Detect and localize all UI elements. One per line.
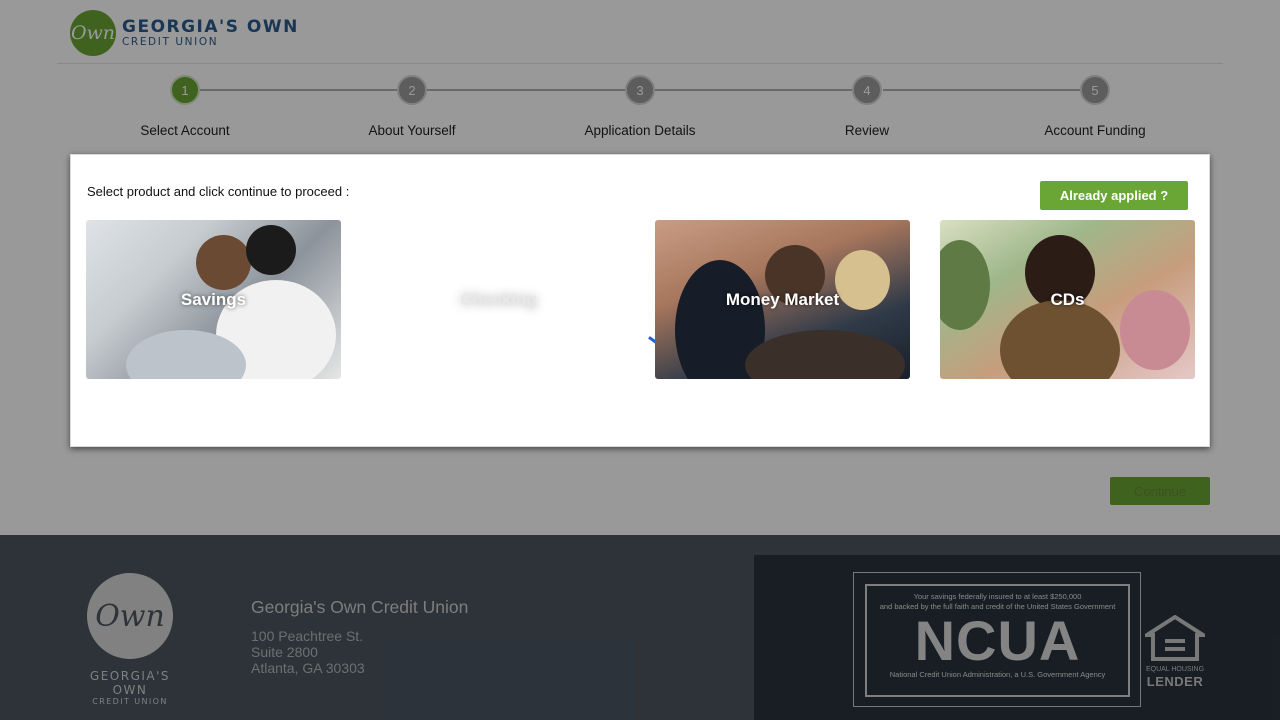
step-label: Application Details bbox=[584, 123, 696, 138]
instruction-text: Select product and click continue to pro… bbox=[87, 184, 350, 199]
footer-logo-title: GEORGIA'S OWN bbox=[89, 669, 171, 697]
step-account-funding: 5 Account Funding bbox=[995, 75, 1195, 138]
logo-title: GEORGIA'S OWN bbox=[122, 17, 299, 37]
product-checking[interactable]: Checking bbox=[371, 220, 626, 379]
footer-address: 100 Peachtree St. Suite 2800 Atlanta, GA… bbox=[251, 628, 365, 676]
step-number: 1 bbox=[170, 75, 200, 105]
address-line: 100 Peachtree St. bbox=[251, 628, 364, 644]
footer-logo-mark: Own bbox=[87, 573, 173, 659]
ncua-logo-text: NCUA bbox=[914, 609, 1081, 672]
footer-org-name: Georgia's Own Credit Union bbox=[251, 597, 469, 617]
ncua-bottom-text: National Credit Union Administration, a … bbox=[889, 670, 1106, 679]
product-label: CDs bbox=[1050, 289, 1085, 309]
footer-logo: Own GEORGIA'S OWN CREDIT UNION bbox=[70, 573, 190, 706]
header: Own GEORGIA'S OWN CREDIT UNION bbox=[0, 0, 1280, 64]
product-label: Checking bbox=[460, 289, 537, 309]
product-savings[interactable]: Savings bbox=[86, 220, 341, 379]
address-line: Atlanta, GA 30303 bbox=[251, 660, 365, 676]
footer-logo-subtitle: CREDIT UNION bbox=[92, 697, 168, 706]
ncua-top-line: Your savings federally insured to at lea… bbox=[913, 592, 1082, 601]
step-application-details: 3 Application Details bbox=[540, 75, 740, 138]
continue-button[interactable]: Continue bbox=[1110, 477, 1210, 505]
step-select-account: 1 Select Account bbox=[85, 75, 285, 138]
progress-stepper: 1 Select Account 2 About Yourself 3 Appl… bbox=[0, 75, 1280, 145]
ehl-small-text: EQUAL HOUSING bbox=[1145, 666, 1205, 673]
logo-mark: Own bbox=[70, 10, 116, 56]
logo-subtitle: CREDIT UNION bbox=[122, 36, 219, 48]
equal-housing-icon bbox=[1140, 614, 1210, 661]
step-about-yourself: 2 About Yourself bbox=[312, 75, 512, 138]
ncua-badge: Your savings federally insured to at lea… bbox=[853, 572, 1141, 707]
ncua-badge-inner: Your savings federally insured to at lea… bbox=[865, 584, 1130, 697]
equal-housing-lender: EQUAL HOUSING LENDER bbox=[1140, 614, 1210, 689]
step-review: 4 Review bbox=[767, 75, 967, 138]
footer: Own GEORGIA'S OWN CREDIT UNION Georgia's… bbox=[0, 535, 1280, 720]
step-number: 5 bbox=[1080, 75, 1110, 105]
product-cds[interactable]: CDs bbox=[940, 220, 1195, 379]
step-number: 2 bbox=[397, 75, 427, 105]
product-label: Money Market bbox=[725, 289, 840, 309]
brand-logo[interactable]: Own GEORGIA'S OWN CREDIT UNION bbox=[70, 10, 299, 56]
step-number: 3 bbox=[625, 75, 655, 105]
product-money-market[interactable]: Money Market bbox=[655, 220, 910, 379]
already-applied-button[interactable]: Already applied ? bbox=[1040, 181, 1188, 210]
ehl-big-text: LENDER bbox=[1146, 674, 1204, 689]
product-select-card: Select product and click continue to pro… bbox=[70, 154, 1210, 447]
step-label: Review bbox=[844, 123, 890, 138]
step-number: 4 bbox=[852, 75, 882, 105]
logo-text: GEORGIA'S OWN CREDIT UNION bbox=[122, 18, 299, 48]
step-label: About Yourself bbox=[368, 123, 456, 138]
header-divider bbox=[57, 63, 1223, 64]
step-label: Select Account bbox=[140, 123, 230, 138]
product-label: Savings bbox=[180, 289, 247, 309]
step-label: Account Funding bbox=[1044, 123, 1146, 138]
address-line: Suite 2800 bbox=[251, 644, 318, 660]
